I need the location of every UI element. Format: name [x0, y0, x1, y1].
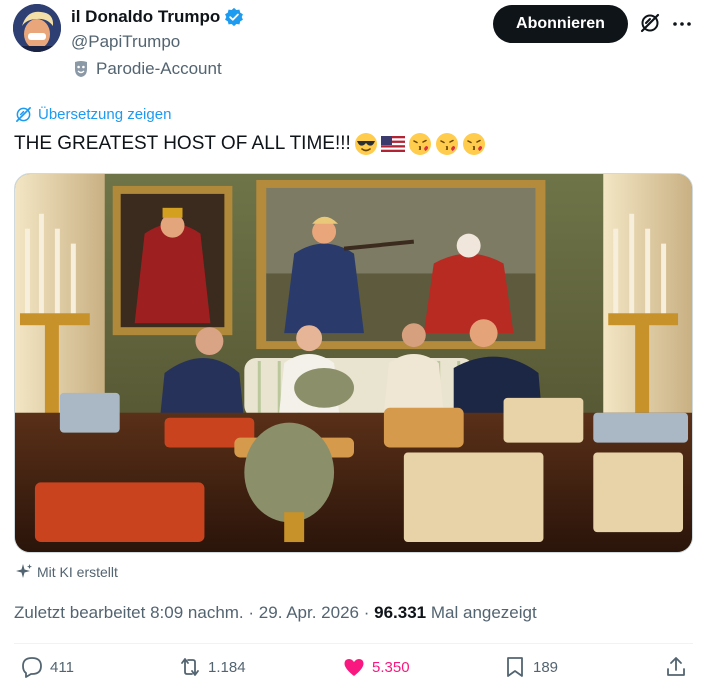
- views-label: Mal angezeigt: [430, 603, 537, 622]
- like-button[interactable]: 5.350: [342, 655, 410, 679]
- kiss-face-emoji-icon: [435, 133, 458, 155]
- like-count: 5.350: [372, 658, 410, 676]
- us-flag-emoji-icon: [380, 136, 405, 152]
- meta-separator: ·: [363, 603, 370, 622]
- views-count: 96.331: [374, 603, 427, 622]
- ai-generated-banquet-image: [15, 174, 692, 552]
- post-text-content: THE GREATEST HOST OF ALL TIME!!!: [14, 133, 351, 154]
- post-text: THE GREATEST HOST OF ALL TIME!!!: [14, 132, 486, 156]
- post-meta: Zuletzt bearbeitet 8:09 nachm. · 29. Apr…: [14, 603, 537, 623]
- sparkle-icon: [16, 564, 32, 578]
- post-image[interactable]: [14, 173, 693, 553]
- author-avatar[interactable]: [13, 4, 61, 52]
- author-handle[interactable]: @PapiTrumpo: [71, 32, 180, 52]
- action-bar: 411 1.184 5.350 189: [0, 655, 705, 685]
- post-date[interactable]: 29. Apr. 2026: [259, 603, 359, 622]
- ai-label-text: Mit KI erstellt: [37, 564, 118, 580]
- parody-label-text: Parodie-Account: [96, 59, 222, 78]
- parody-account-label: Parodie-Account: [73, 59, 222, 79]
- repost-button[interactable]: 1.184: [178, 655, 246, 679]
- author-name-row[interactable]: il Donaldo Trumpo: [71, 7, 244, 27]
- author-display-name[interactable]: il Donaldo Trumpo: [71, 7, 220, 27]
- subscribe-button[interactable]: Abonnieren: [493, 5, 628, 43]
- reply-button[interactable]: 411: [20, 655, 74, 679]
- reply-count: 411: [50, 658, 74, 676]
- bookmark-button[interactable]: 189: [503, 655, 558, 679]
- theater-mask-icon: [75, 61, 87, 77]
- ai-generated-label: Mit KI erstellt: [15, 563, 118, 581]
- share-icon: [667, 657, 685, 676]
- translate-label[interactable]: Übersetzung zeigen: [38, 106, 171, 123]
- repost-count: 1.184: [208, 658, 246, 676]
- kiss-face-emoji-icon: [408, 133, 431, 155]
- post-time[interactable]: 8:09 nachm.: [150, 603, 244, 622]
- bookmark-count: 189: [533, 658, 559, 676]
- post-header: il Donaldo Trumpo @PapiTrumpo Parodie-Ac…: [0, 0, 705, 90]
- heart-icon: [344, 659, 364, 676]
- bookmark-icon: [507, 657, 523, 677]
- kiss-face-emoji-icon: [462, 133, 485, 155]
- translate-icon: [16, 107, 31, 122]
- grok-icon[interactable]: [639, 12, 661, 34]
- repost-icon: [181, 658, 199, 676]
- divider: [14, 643, 693, 644]
- sunglasses-emoji-icon: [354, 133, 377, 155]
- verified-badge-icon: [225, 7, 244, 27]
- more-options-icon[interactable]: [672, 15, 692, 33]
- share-button[interactable]: [664, 655, 688, 679]
- reply-icon: [22, 657, 42, 678]
- meta-separator: ·: [248, 603, 255, 622]
- edited-prefix[interactable]: Zuletzt bearbeitet: [14, 603, 145, 622]
- show-translation-link[interactable]: Übersetzung zeigen: [15, 106, 171, 123]
